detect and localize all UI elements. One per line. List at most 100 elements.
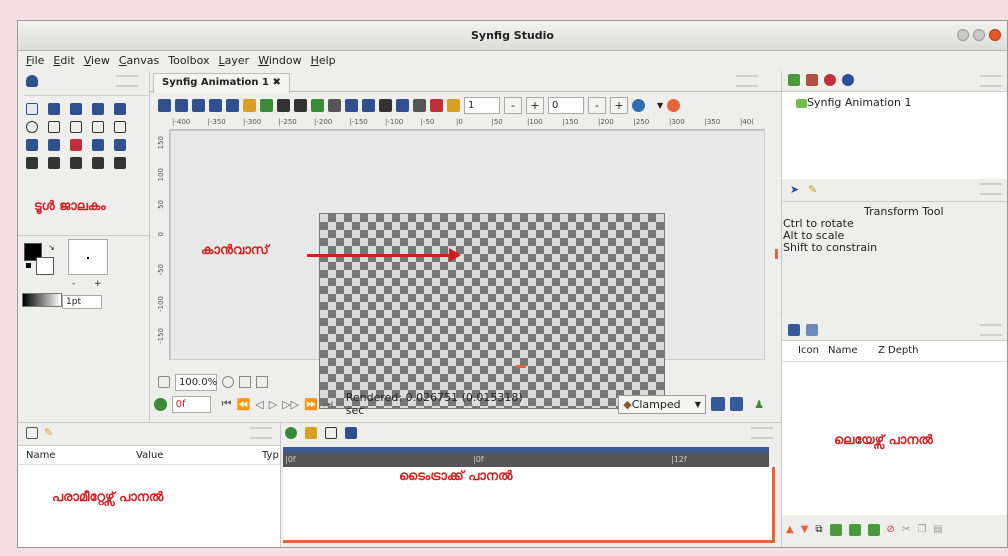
library-tab-icon[interactable] bbox=[806, 74, 818, 86]
render-icon[interactable] bbox=[277, 98, 290, 112]
copy-icon[interactable]: ❐ bbox=[917, 524, 926, 536]
panel-grip[interactable] bbox=[250, 427, 272, 439]
grid-icon[interactable] bbox=[413, 98, 426, 112]
decrease-button[interactable]: - bbox=[588, 96, 606, 114]
stop-icon[interactable] bbox=[667, 98, 681, 112]
params-tab-icon[interactable] bbox=[26, 427, 38, 439]
next-keyframe-icon[interactable]: ⏩ bbox=[304, 398, 318, 411]
draw-tool-icon[interactable] bbox=[48, 139, 60, 151]
keyframes-tab-icon[interactable] bbox=[325, 427, 337, 439]
canvas-workarea[interactable]: കാൻവാസ് bbox=[170, 130, 765, 409]
cut-icon[interactable]: ✂ bbox=[902, 524, 910, 536]
animation-mode-icon[interactable]: ♟ bbox=[754, 398, 764, 411]
panel-grip[interactable] bbox=[736, 75, 758, 87]
open-icon[interactable] bbox=[175, 98, 188, 112]
zoom-tool-icon[interactable] bbox=[114, 157, 126, 169]
delete-layer-icon[interactable]: ⊘ bbox=[887, 524, 895, 536]
mirror-tool-icon[interactable] bbox=[114, 103, 126, 115]
circle-tool-icon[interactable] bbox=[26, 121, 38, 133]
panel-grip[interactable] bbox=[980, 183, 1002, 195]
save-as-icon[interactable] bbox=[209, 98, 222, 112]
zoom-out-icon[interactable] bbox=[158, 376, 170, 388]
column-header[interactable]: Value bbox=[136, 450, 163, 461]
spline-tool-icon[interactable] bbox=[26, 139, 38, 151]
encapsulate-icon[interactable] bbox=[829, 524, 842, 536]
seek-end-icon[interactable]: ⏭ bbox=[323, 397, 333, 411]
default-colors-icon[interactable] bbox=[26, 263, 31, 268]
next-frame-icon[interactable]: ▷▷ bbox=[282, 398, 299, 411]
close-button[interactable] bbox=[989, 29, 1001, 41]
width-icon[interactable] bbox=[396, 98, 409, 112]
tab-close-icon[interactable]: ✖ bbox=[272, 77, 280, 88]
seek-begin-icon[interactable]: ⏮ bbox=[222, 397, 232, 411]
zoom-in-icon[interactable] bbox=[222, 376, 234, 388]
polygon-tool-icon[interactable] bbox=[114, 121, 126, 133]
keyframe-icon[interactable] bbox=[447, 98, 460, 112]
canvas-checkerboard[interactable] bbox=[319, 213, 665, 409]
transform-tool-icon[interactable] bbox=[26, 103, 38, 115]
width-decrease[interactable]: - bbox=[72, 279, 75, 289]
save-all-icon[interactable] bbox=[226, 98, 239, 112]
tool-options-tab-icon[interactable]: ➤ bbox=[790, 183, 799, 196]
text-tool-icon[interactable] bbox=[48, 157, 60, 169]
navigator-tab-icon[interactable] bbox=[824, 74, 836, 86]
toggle-ducks-icon[interactable] bbox=[311, 98, 324, 112]
cutout-tool-icon[interactable] bbox=[70, 139, 82, 151]
zoom-fit-icon[interactable] bbox=[239, 376, 251, 388]
onion-icon[interactable] bbox=[430, 98, 443, 112]
past-onion-field[interactable]: 1 bbox=[464, 96, 500, 114]
lower-layer-icon[interactable]: ▼ bbox=[801, 524, 809, 536]
panel-grip[interactable] bbox=[116, 75, 138, 87]
layers-tab-icon[interactable] bbox=[788, 324, 800, 336]
chevron-down-icon[interactable]: ▼ bbox=[657, 101, 663, 110]
column-header[interactable]: Icon bbox=[798, 345, 819, 356]
column-header[interactable]: Name bbox=[26, 450, 56, 461]
refresh-icon[interactable] bbox=[632, 98, 645, 112]
panel-grip[interactable] bbox=[980, 75, 1002, 87]
prev-frame-icon[interactable]: ◁ bbox=[255, 398, 263, 411]
smooth-move-tool-icon[interactable] bbox=[48, 103, 60, 115]
timetrack-tab-icon[interactable] bbox=[285, 427, 297, 439]
minimize-button[interactable] bbox=[957, 29, 969, 41]
column-header[interactable]: Z Depth bbox=[878, 345, 919, 356]
redo-icon[interactable] bbox=[260, 98, 273, 112]
save-icon[interactable] bbox=[192, 98, 205, 112]
menu-canvas[interactable]: Canvas bbox=[119, 52, 159, 69]
onion-skin-past-icon[interactable] bbox=[729, 397, 744, 411]
library-tab-icon[interactable]: ✎ bbox=[44, 426, 53, 439]
panel-grip[interactable] bbox=[751, 427, 773, 439]
menu-help[interactable]: Help bbox=[311, 52, 336, 69]
info-tab-icon[interactable] bbox=[842, 74, 854, 86]
width-tool-icon[interactable] bbox=[92, 139, 104, 151]
sound-tab-icon[interactable] bbox=[345, 427, 357, 439]
radius-icon[interactable] bbox=[362, 98, 375, 112]
sketch-tool-icon[interactable] bbox=[70, 157, 82, 169]
menu-edit[interactable]: Edit bbox=[53, 52, 74, 69]
onion-skin-icon[interactable] bbox=[710, 397, 725, 411]
switch-icon[interactable] bbox=[867, 524, 880, 536]
menu-layer[interactable]: Layer bbox=[219, 52, 250, 69]
duplicate-layer-icon[interactable]: ⧉ bbox=[815, 524, 822, 536]
canvas-browser-item[interactable]: Synfig Animation 1 bbox=[796, 96, 911, 109]
raise-layer-icon[interactable]: ▲ bbox=[786, 524, 794, 536]
column-header[interactable]: Name bbox=[828, 345, 858, 356]
timetrack-area[interactable]: ടൈംട്രാക്ക് പാനൽ bbox=[283, 467, 775, 543]
fill-color-swatch[interactable] bbox=[36, 257, 54, 275]
bone-icon[interactable] bbox=[328, 98, 341, 112]
increase-button[interactable]: + bbox=[610, 96, 628, 114]
toolbox-tab-icon[interactable] bbox=[26, 75, 38, 87]
brush-tool-icon[interactable] bbox=[92, 157, 104, 169]
gradient-tool-icon[interactable] bbox=[92, 121, 104, 133]
preview-icon[interactable] bbox=[294, 98, 307, 112]
rotate-tool-icon[interactable] bbox=[92, 103, 104, 115]
panel-grip[interactable] bbox=[980, 324, 1002, 336]
prev-keyframe-icon[interactable]: ⏪ bbox=[237, 398, 251, 411]
keyframe-lock-icon[interactable] bbox=[154, 397, 167, 411]
paste-icon[interactable]: ▤ bbox=[933, 524, 942, 536]
fill-tool-icon[interactable] bbox=[114, 139, 126, 151]
time-field[interactable]: 0f bbox=[171, 395, 211, 413]
canvas-browser-tab-icon[interactable] bbox=[788, 74, 800, 86]
star-tool-icon[interactable] bbox=[70, 121, 82, 133]
scale-tool-icon[interactable] bbox=[70, 103, 82, 115]
column-header[interactable]: Typ bbox=[262, 450, 279, 461]
